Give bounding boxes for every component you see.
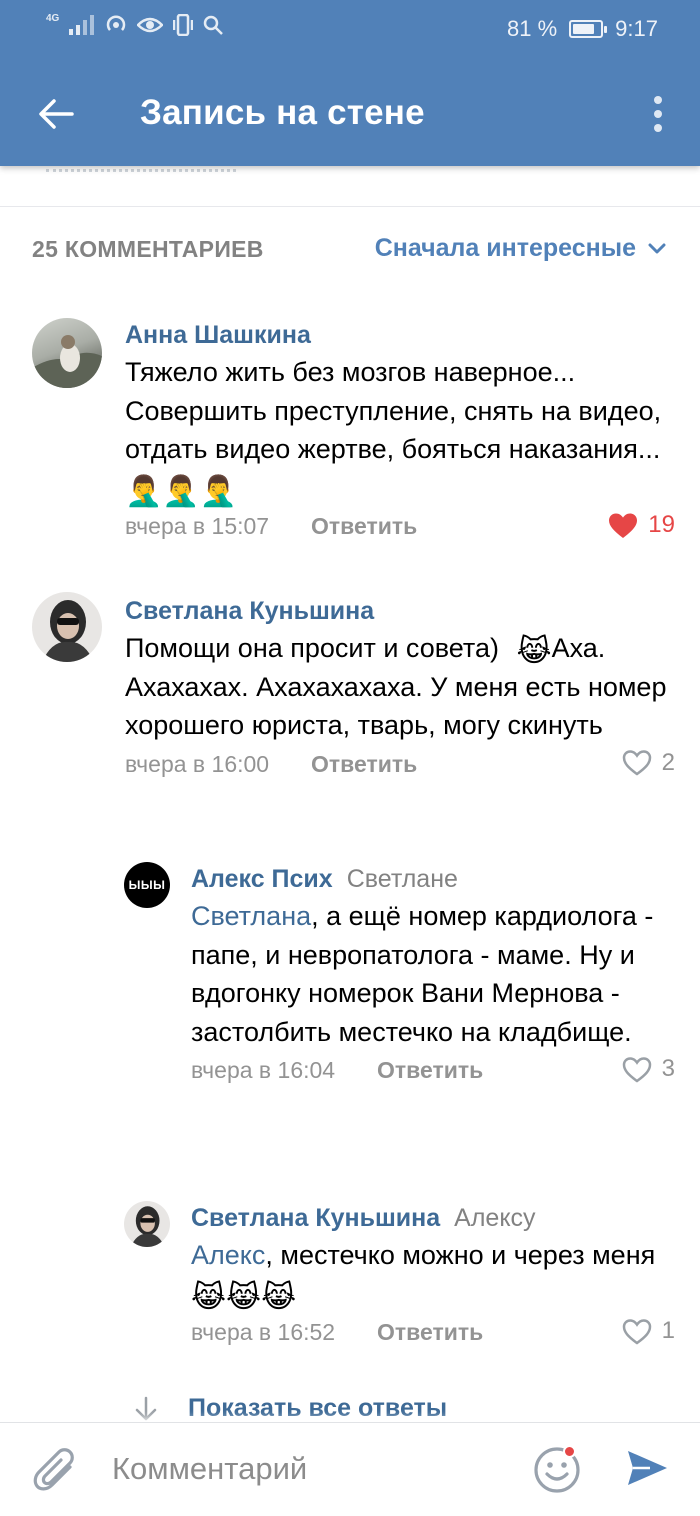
back-arrow-icon [39, 99, 74, 129]
divider [0, 206, 700, 207]
mention-link[interactable]: Светлана [191, 901, 311, 931]
signal-icon [69, 15, 95, 35]
reply-author[interactable]: Алекс Псих [191, 865, 333, 893]
sort-label: Сначала интересные [374, 234, 636, 262]
reply-text: Светлана, а ещё номер кардиолога - папе,… [191, 901, 654, 1047]
reply-date: вчера в 16:52 [191, 1319, 336, 1345]
comment-input[interactable] [112, 1449, 512, 1489]
status-icons: 4G [46, 13, 224, 36]
show-all-replies-label: Показать все ответы [188, 1394, 448, 1422]
heart-outline-icon [622, 750, 651, 776]
avatar-text: ЫЫЫ [128, 878, 166, 892]
heart-icon [609, 513, 638, 538]
show-all-replies-button[interactable]: Показать все ответы [134, 1394, 447, 1423]
hotspot-icon [107, 15, 126, 31]
back-button[interactable] [30, 90, 82, 138]
clock: 9:17 [615, 16, 658, 41]
battery-icon [569, 20, 608, 38]
heart-outline-icon [622, 1318, 651, 1345]
chevron-down-icon [648, 243, 666, 253]
mention-link[interactable]: Алекс [191, 1240, 265, 1270]
reply-button[interactable]: Ответить [311, 751, 417, 778]
notification-dot [563, 1445, 576, 1458]
crying-cat-emoji: 😹 [516, 635, 552, 668]
battery-percent: 81 % [507, 16, 558, 41]
more-vertical-icon [654, 96, 662, 104]
heart-outline-icon [622, 1056, 651, 1083]
crying-cat-emoji: 😹😹😹 [191, 1280, 297, 1314]
app-header: 4G 81 % 9:17 Запись на стене [0, 0, 700, 166]
status-right: 81 % 9:17 [507, 16, 658, 42]
network-type: 4G [46, 13, 60, 24]
comment-composer [0, 1422, 700, 1516]
comments-count: 25 КОММЕНТАРИЕВ [32, 236, 264, 262]
reply-text: Алекс, местечко можно и через меня😹😹😹 [191, 1240, 656, 1314]
like-button[interactable]: 3 [622, 1055, 675, 1083]
like-button[interactable]: 19 [608, 511, 675, 539]
vibrate-icon [173, 14, 194, 36]
reply-button[interactable]: Ответить [377, 1057, 483, 1084]
reply-button[interactable]: Ответить [311, 513, 417, 540]
page-title: Запись на стене [140, 93, 425, 132]
search-status-icon [204, 15, 224, 35]
like-count: 1 [661, 1317, 675, 1344]
like-count: 3 [661, 1055, 675, 1082]
battery-fill [573, 24, 595, 34]
comment-author[interactable]: Светлана Куньшина [125, 597, 374, 625]
status-bar: 4G 81 % 9:17 [0, 0, 700, 60]
reply-button[interactable]: Ответить [377, 1319, 483, 1346]
reply-to[interactable]: Светлане [347, 865, 458, 893]
like-count: 2 [661, 748, 675, 776]
more-options-button[interactable] [646, 94, 670, 134]
sort-selector[interactable]: Сначала интересные [375, 234, 666, 263]
reply-author[interactable]: Светлана Куньшина [191, 1204, 440, 1232]
eye-icon [137, 17, 164, 33]
comment-date: вчера в 16:00 [125, 750, 270, 777]
reply-date: вчера в 16:04 [191, 1057, 336, 1083]
send-button[interactable] [624, 1445, 670, 1491]
post-bottom-edge [0, 166, 700, 206]
facepalm-emoji: 🤦‍♂️🤦‍♂️🤦‍♂️ [125, 474, 238, 508]
comment-text: Тяжело жить без мозгов наверное... Совер… [125, 357, 662, 508]
avatar-photo [130, 1206, 165, 1247]
like-button[interactable]: 2 [622, 749, 675, 777]
reply-to[interactable]: Алексу [454, 1204, 535, 1232]
comment-author[interactable]: Анна Шашкина [125, 321, 311, 349]
like-count: 19 [648, 511, 675, 538]
comment-text: Помощи она просит и совета) 😹Аха. Ахахах… [125, 633, 667, 740]
avatar[interactable]: ЫЫЫ [124, 862, 170, 908]
attach-button[interactable] [32, 1445, 80, 1497]
avatar[interactable] [124, 1201, 170, 1247]
send-icon [628, 1451, 667, 1485]
paperclip-icon [33, 1448, 74, 1491]
avatar-photo [42, 600, 94, 662]
comment-date: вчера в 15:07 [125, 513, 270, 539]
arrow-down-icon [135, 1396, 157, 1420]
avatar[interactable] [32, 592, 102, 662]
avatar-photo [32, 335, 102, 388]
like-button[interactable]: 1 [622, 1317, 675, 1345]
avatar[interactable] [32, 318, 102, 388]
